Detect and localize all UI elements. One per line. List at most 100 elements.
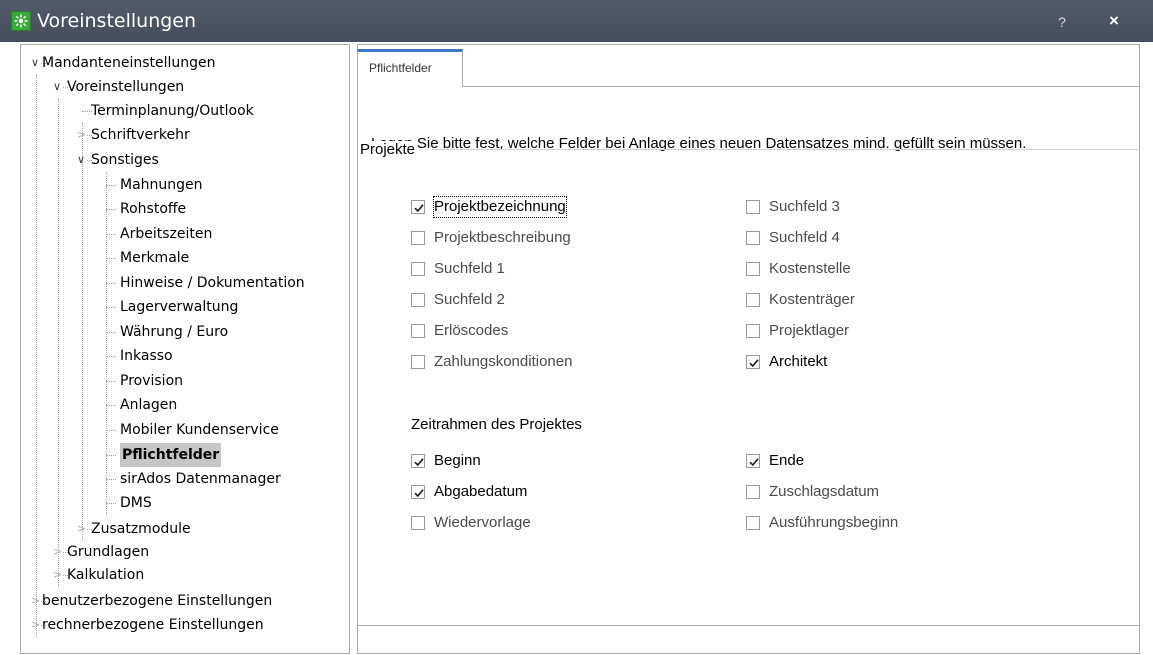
tree-item-label: Kalkulation [67,567,145,583]
tree-item[interactable]: ∨ Mandanteneinstellungen [21,51,347,75]
tree-item-label: Mahnungen [120,177,203,193]
tree-connector [106,283,116,284]
tree-item-label: Sonstiges [91,152,159,168]
tree-item-label: Inkasso [120,348,173,364]
checkbox-label: Kostenträger [769,291,855,308]
checkbox-box[interactable] [411,293,425,307]
tree-item[interactable]: > Zusatzmodule [21,517,347,541]
checkmark-icon[interactable] [411,454,425,468]
tree-item-label: Arbeitszeiten [120,226,213,242]
tree-item[interactable]: ∨ Voreinstellungen [21,75,347,99]
tree-connector [106,332,116,333]
tree-item[interactable]: Terminplanung/Outlook [21,99,347,123]
checkbox-label: Ausführungsbeginn [769,514,899,531]
tree-item[interactable]: Provision [21,369,347,393]
checkbox-box[interactable] [411,262,425,276]
tree-item-label: DMS [120,495,152,511]
tree-item[interactable]: Währung / Euro [21,320,347,344]
tree-item[interactable]: > benutzerbezogene Einstellungen [21,589,347,613]
tree-item[interactable]: Anlagen [21,393,347,417]
tree-item-label: Mobiler Kundenservice [120,422,279,438]
checkbox-box[interactable] [411,231,425,245]
tree-item[interactable]: Mobiler Kundenservice [21,418,347,442]
group-divider [432,149,1138,150]
checkbox-label: Zahlungskonditionen [434,353,573,370]
tree-item[interactable]: DMS [21,491,347,515]
tree-connector [106,430,116,431]
tree-item-label: Währung / Euro [120,324,229,340]
tree-connector [106,479,116,480]
tree-item[interactable]: Merkmale [21,246,347,270]
tree-item-label: Voreinstellungen [67,79,185,95]
checkmark-icon[interactable] [411,200,425,214]
checkbox-label: Suchfeld 1 [434,260,505,277]
tree-item-label: Provision [120,373,184,389]
tree-item-label: Merkmale [120,250,190,266]
checkmark-icon[interactable] [746,454,760,468]
checkbox-label: Zuschlagsdatum [769,483,880,500]
title-bar: Voreinstellungen ? × [0,0,1153,42]
checkbox-box[interactable] [746,293,760,307]
tree-item-label: Mandanteneinstellungen [42,55,216,71]
tree-item[interactable]: > Grundlagen [21,540,347,564]
group-title-projekte: Projekte [360,141,418,158]
window-title: Voreinstellungen [37,10,197,32]
tree-item[interactable]: Pflichtfelder [21,443,347,467]
tab-pflichtfelder[interactable]: Pflichtfelder [357,49,463,87]
tree-item-label: Hinweise / Dokumentation [120,275,305,291]
checkmark-icon[interactable] [411,485,425,499]
checkbox-label: Beginn [434,452,481,469]
checkbox-box[interactable] [746,324,760,338]
tree-connector [106,307,116,308]
tree-item-label: Terminplanung/Outlook [91,103,254,119]
tree-item[interactable]: > rechnerbezogene Einstellungen [21,613,347,637]
checkbox-label: Erlöscodes [434,322,509,339]
tree-item[interactable]: Mahnungen [21,173,347,197]
checkbox-box[interactable] [411,324,425,338]
checkbox-label: Projektbezeichnung [433,196,567,218]
checkbox-box[interactable] [746,231,760,245]
tree-connector [106,234,116,235]
tab-label: Pflichtfelder [369,61,432,75]
tree-connector [106,185,116,186]
tree-connector [106,503,116,504]
checkbox-box[interactable] [411,516,425,530]
checkbox-box[interactable] [746,485,760,499]
close-icon: × [1109,11,1119,30]
tree-item[interactable]: Lagerverwaltung [21,295,347,319]
close-button[interactable]: × [1103,10,1125,32]
tree-item[interactable]: Arbeitszeiten [21,222,347,246]
tree-item-label: rechnerbezogene Einstellungen [42,617,264,633]
tree-item[interactable]: Hinweise / Dokumentation [21,271,347,295]
checkmark-icon[interactable] [746,355,760,369]
checkbox-label: Projektbeschreibung [434,229,571,246]
tree-connector [106,258,116,259]
tree-item[interactable]: sirAdos Datenmanager [21,467,347,491]
tree-item-label: Zusatzmodule [91,521,191,537]
checkbox-label: Suchfeld 4 [769,229,840,246]
checkbox-box[interactable] [746,516,760,530]
checkbox-box[interactable] [411,355,425,369]
tree-item[interactable]: > Kalkulation [21,563,347,587]
checkbox-box[interactable] [746,200,760,214]
app-icon [11,11,31,31]
checkbox-label: Suchfeld 2 [434,291,505,308]
tree-item[interactable]: ∨ Sonstiges [21,148,347,172]
checkbox-label: Abgabedatum [434,483,528,500]
tree-item-label: Schriftverkehr [91,127,190,143]
tree-item[interactable]: > Schriftverkehr [21,123,347,147]
tree-item-label: Grundlagen [67,544,150,560]
tree-item-label: sirAdos Datenmanager [120,471,281,487]
tree-item-label: Rohstoffe [120,201,187,217]
checkbox-label: Wiedervorlage [434,514,531,531]
tree-item[interactable]: Inkasso [21,344,347,368]
tree-connector [106,356,116,357]
tree-item[interactable]: Rohstoffe [21,197,347,221]
checkbox-label: Suchfeld 3 [769,198,840,215]
checkbox-label: Kostenstelle [769,260,851,277]
tree-item-label: Anlagen [120,397,178,413]
tree-connector [106,405,116,406]
help-button[interactable]: ? [1052,12,1072,32]
settings-tree[interactable]: ∨ Mandanteneinstellungen ∨ Voreinstellungen… [20,44,350,654]
checkbox-box[interactable] [746,262,760,276]
